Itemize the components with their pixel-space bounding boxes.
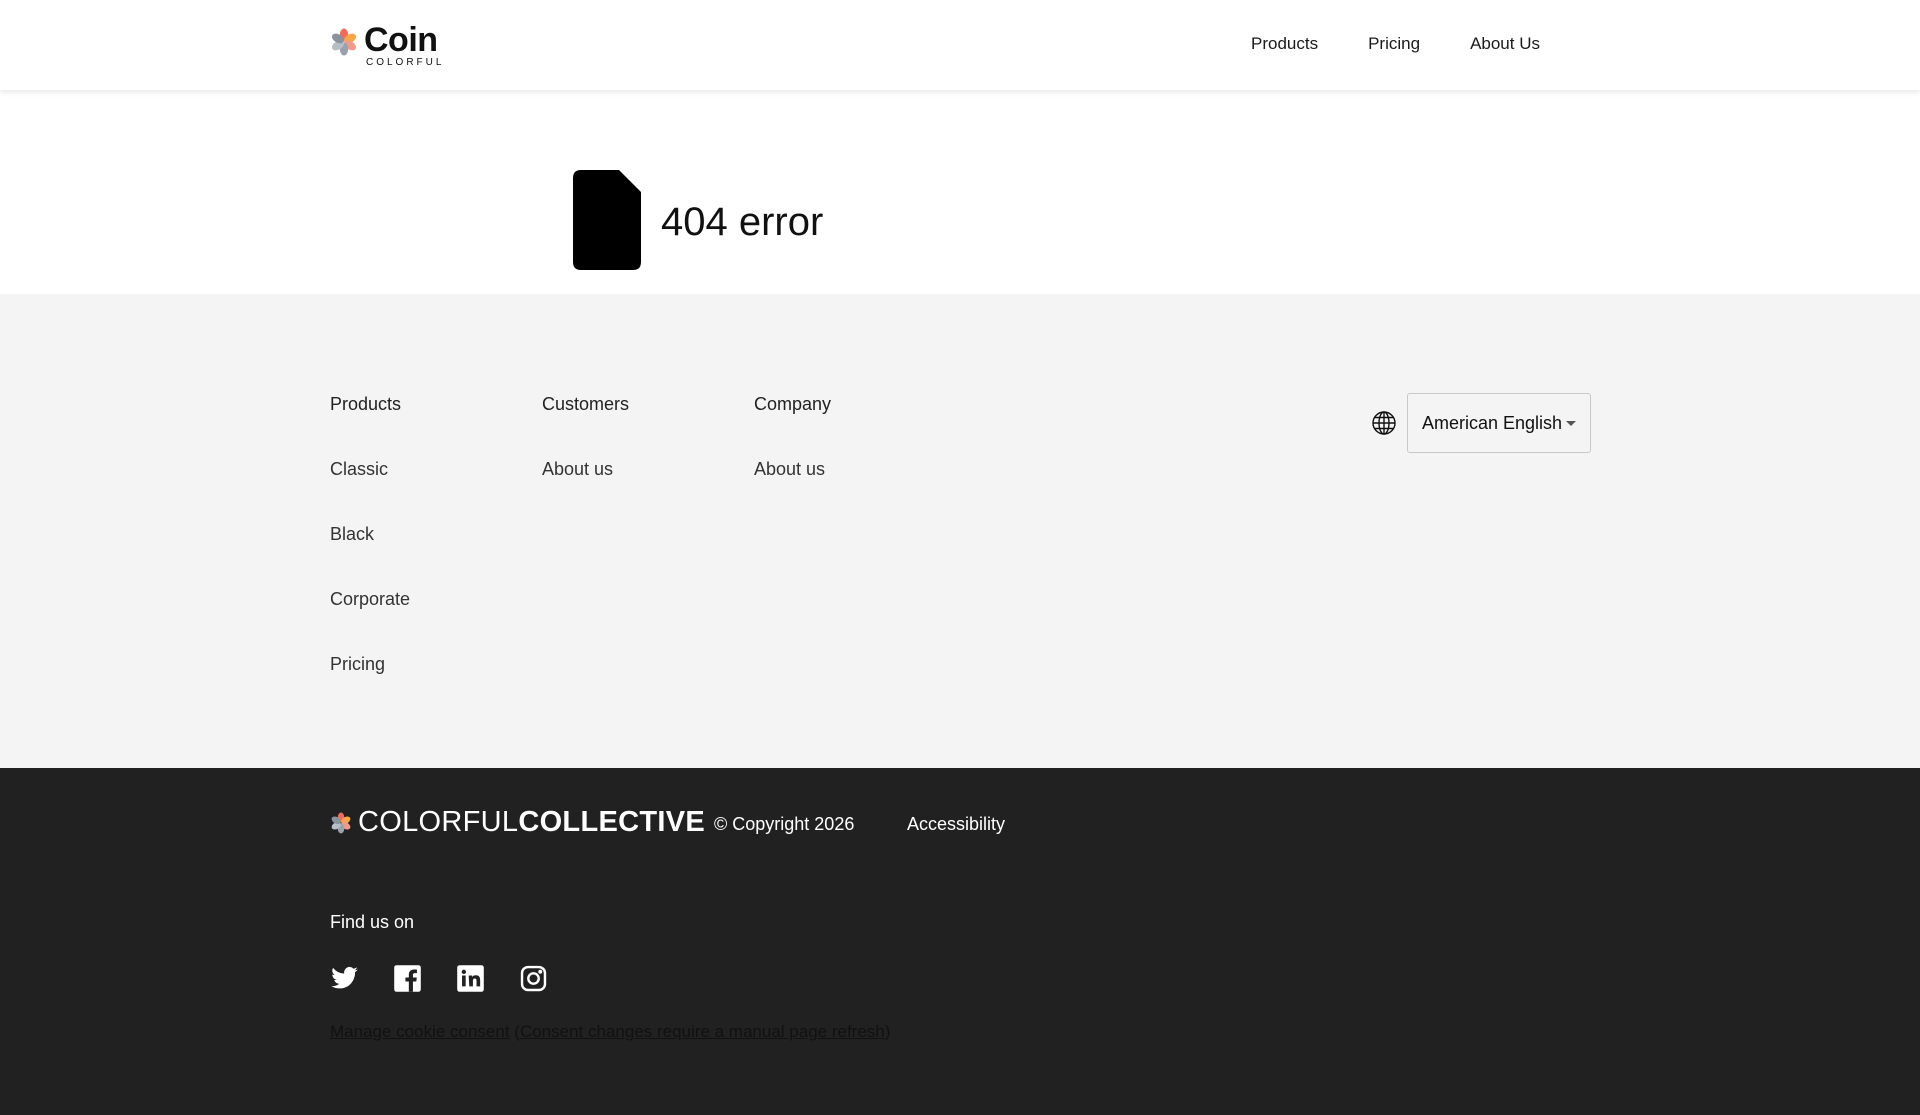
cookie-note-link[interactable]: Consent changes require a manual page re… [520, 1022, 885, 1041]
footer-column-products: Products Classic Black Corporate Pricing [330, 394, 410, 675]
logo-name: Coin [364, 20, 438, 59]
cookie-consent: Manage cookie consent (Consent changes r… [330, 1022, 890, 1042]
brand-bold: COLLECTIVE [518, 806, 705, 838]
accessibility-link[interactable]: Accessibility [907, 814, 1005, 835]
footer-link-black[interactable]: Black [330, 524, 410, 545]
social-links [330, 964, 548, 993]
linkedin-icon [457, 965, 484, 992]
nav-pricing[interactable]: Pricing [1368, 34, 1420, 54]
logo-tagline: COLORFUL [366, 56, 445, 68]
coin-logo[interactable]: Coin COLORFUL [330, 22, 444, 68]
manage-cookie-consent-link[interactable]: Manage cookie consent [330, 1022, 510, 1041]
language-dropdown[interactable]: American English [1407, 393, 1591, 453]
flower-logo-icon [331, 812, 351, 833]
file-icon [573, 170, 641, 270]
cookie-paren-open: ( [509, 1022, 520, 1041]
facebook-icon [394, 965, 421, 992]
globe-icon [1372, 411, 1396, 435]
copyright-text: © Copyright 2026 [714, 814, 855, 834]
footer-links: Products Classic Black Corporate Pricing… [0, 294, 1920, 768]
footer-link-company-about-us[interactable]: About us [754, 459, 831, 480]
colorful-collective-logo: COLORFUL COLLECTIVE [330, 806, 705, 839]
main-nav: Products Pricing About Us [1251, 34, 1540, 54]
twitter-link[interactable] [330, 964, 359, 993]
find-us-label: Find us on [330, 912, 415, 932]
footer-column-title: Customers [542, 394, 630, 414]
footer-link-classic[interactable]: Classic [330, 459, 410, 480]
caret-down-icon [1566, 420, 1576, 426]
footer-column-title: Company [754, 394, 832, 414]
bottom-footer: COLORFUL COLLECTIVE © Copyright 2026 Acc… [0, 768, 1920, 1115]
footer-column-customers: Customers About us [542, 394, 629, 480]
footer-link-corporate[interactable]: Corporate [330, 589, 410, 610]
cookie-paren-close: ) [884, 1022, 891, 1041]
footer-link-customers-about-us[interactable]: About us [542, 459, 629, 480]
language-selected-value: American English [1422, 412, 1563, 433]
instagram-link[interactable] [519, 964, 548, 993]
site-header: Coin COLORFUL Products Pricing About Us [0, 0, 1920, 90]
page-title: 404 error [661, 200, 824, 244]
footer-column-company: Company About us [754, 394, 831, 480]
linkedin-link[interactable] [456, 964, 485, 993]
flower-logo-icon [331, 28, 357, 56]
facebook-link[interactable] [393, 964, 422, 993]
footer-column-title: Products [330, 394, 402, 414]
error-section: 404 error [0, 90, 1920, 294]
nav-products[interactable]: Products [1251, 34, 1318, 54]
language-selector: American English [1371, 393, 1591, 453]
twitter-icon [331, 966, 358, 989]
brand-light: COLORFUL [358, 806, 519, 838]
footer-link-pricing[interactable]: Pricing [330, 654, 410, 675]
instagram-icon [520, 965, 547, 992]
nav-about-us[interactable]: About Us [1470, 34, 1540, 54]
